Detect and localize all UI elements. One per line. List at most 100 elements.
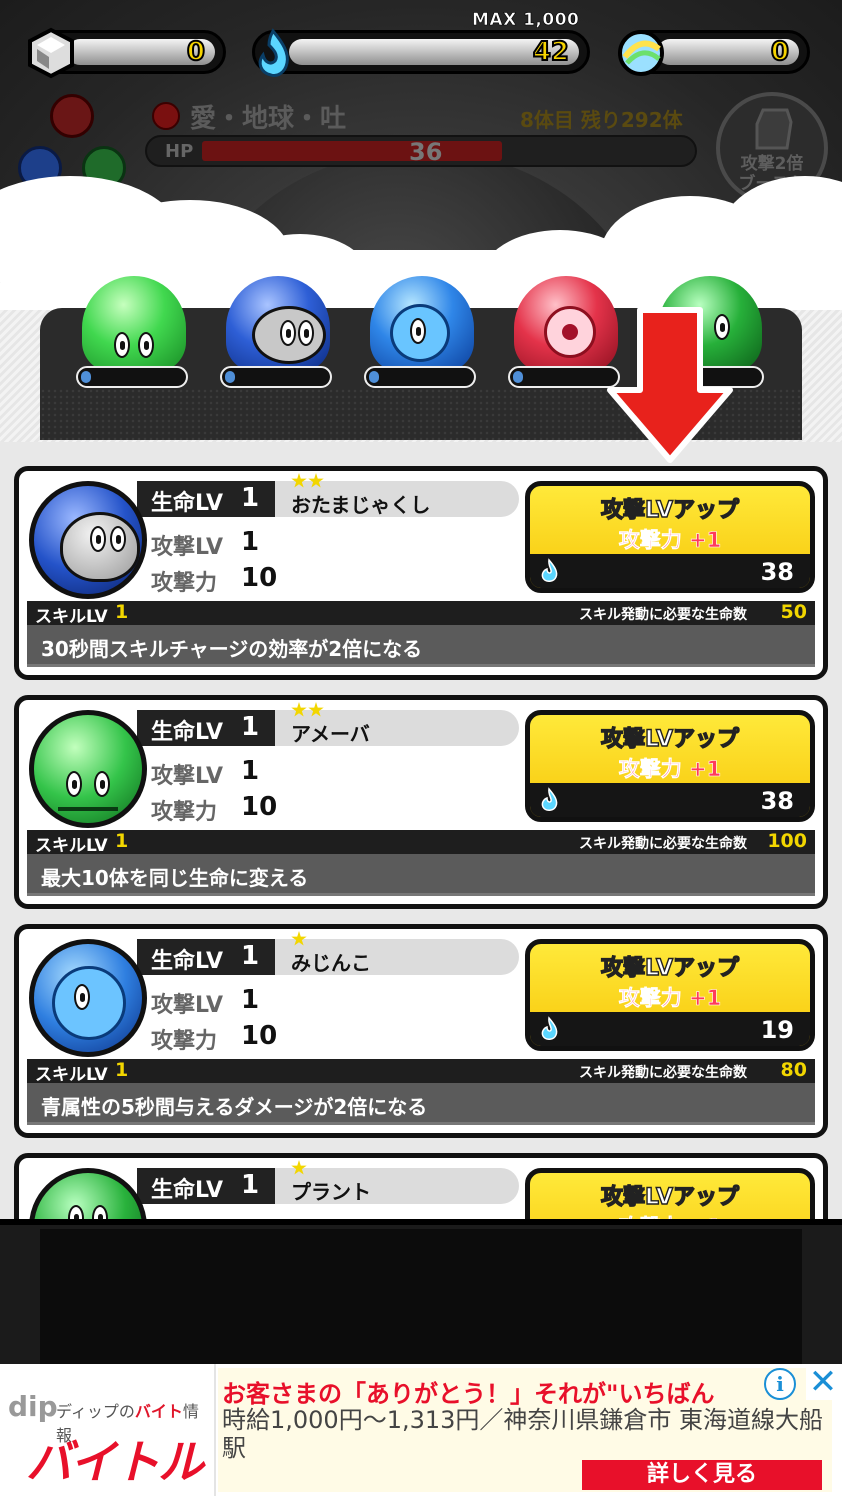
upgrade-effect: 攻撃力 +1 bbox=[618, 528, 722, 553]
atk-lv-label: 攻撃LV bbox=[151, 764, 224, 789]
soul-cost-icon bbox=[541, 1016, 558, 1040]
ad-cta-button[interactable]: 詳しく見る bbox=[582, 1460, 822, 1490]
orb-meter: 0 bbox=[618, 30, 810, 76]
skill-lv-label: スキルLV bbox=[35, 1065, 108, 1085]
life-lv-value: 1 bbox=[241, 712, 260, 742]
team-gauge-4 bbox=[508, 366, 620, 388]
upgrade-cost: 19 bbox=[760, 1016, 794, 1044]
ad-headline: お客さまの「ありがとう！」それが"いちばん bbox=[222, 1380, 715, 1408]
team-gauge-3 bbox=[364, 366, 476, 388]
amoeba-avatar-icon bbox=[29, 710, 147, 828]
hp-label: HP bbox=[165, 141, 194, 162]
team-slot-1[interactable] bbox=[76, 276, 192, 392]
atk-lv-label: 攻撃LV bbox=[151, 535, 224, 560]
atk-lv-label: 攻撃LV bbox=[151, 993, 224, 1018]
skill-need-label: スキル発動に必要な生命数 bbox=[579, 607, 747, 623]
skill-header: スキルLV 1 スキル発動に必要な生命数 80 bbox=[27, 1059, 815, 1085]
team-slot-2[interactable] bbox=[220, 276, 336, 392]
soul-count: 42 bbox=[532, 36, 570, 68]
skill-header: スキルLV 1 スキル発動に必要な生命数 100 bbox=[27, 830, 815, 856]
skill-lv-value: 1 bbox=[115, 830, 129, 852]
ad-logo-area: dip ディップのバイト情報 バイトル bbox=[0, 1364, 216, 1496]
life-lv-label: 生命LV bbox=[151, 720, 224, 745]
life-lv-label: 生命LV bbox=[151, 949, 224, 974]
enemy-hp-bar: HP 36 bbox=[145, 135, 697, 167]
life-lv-value: 1 bbox=[241, 941, 260, 971]
atk-value: 10 bbox=[241, 792, 278, 822]
upgrade-effect: 攻撃力 +1 bbox=[618, 986, 722, 1011]
unit-name: みじんこ bbox=[291, 951, 371, 975]
team-gauge-2 bbox=[220, 366, 332, 388]
ad-banner[interactable]: dip ディップのバイト情報 バイトル お客さまの「ありがとう！」それが"いちば… bbox=[0, 1364, 842, 1496]
ad-content[interactable]: お客さまの「ありがとう！」それが"いちばん 時給1,000円～1,313円／神奈… bbox=[218, 1368, 832, 1492]
skill-need-value: 80 bbox=[780, 1059, 807, 1081]
blue-fish-icon bbox=[370, 276, 474, 372]
red-eye-icon bbox=[514, 276, 618, 372]
atk-value: 10 bbox=[241, 563, 278, 593]
skill-lv-label: スキルLV bbox=[35, 836, 108, 856]
skill-description: 最大10体を同じ生命に変える bbox=[27, 854, 815, 896]
plant-avatar-icon bbox=[29, 1168, 147, 1219]
water-flea-avatar-icon bbox=[29, 939, 147, 1057]
orb-count: 0 bbox=[770, 36, 790, 68]
ad-info-icon[interactable]: i bbox=[764, 1368, 796, 1400]
tadpole-avatar-icon bbox=[29, 481, 147, 599]
soul-meter: 42 bbox=[252, 28, 590, 77]
skill-lv-value: 1 bbox=[115, 601, 129, 623]
skill-need-value: 100 bbox=[767, 830, 807, 852]
upgrade-title: 攻撃LVアップ bbox=[600, 497, 740, 523]
upgrade-title: 攻撃LVアップ bbox=[600, 955, 740, 981]
team-gauge-1 bbox=[76, 366, 188, 388]
grey-blob-icon bbox=[226, 276, 330, 372]
attack-level-up-button[interactable]: 攻撃LVアップ 攻撃力 +1 38 bbox=[525, 481, 815, 593]
hp-value: 36 bbox=[409, 138, 443, 166]
team-slot-3[interactable] bbox=[364, 276, 480, 392]
upgrade-cost: 38 bbox=[760, 558, 794, 586]
unit-name: おたまじゃくし bbox=[291, 493, 431, 517]
skill-description: 30秒間スキルチャージの効率が2倍になる bbox=[27, 625, 815, 667]
life-lv-value: 1 bbox=[241, 1170, 260, 1200]
battle-area: 0 MAX 1,000 42 0 愛・地球・吐 8体目 残り292体 HP 36 bbox=[0, 0, 842, 310]
red-down-arrow-icon bbox=[607, 307, 733, 463]
boost-label-1: 攻撃2倍 bbox=[740, 154, 804, 174]
soul-cost-icon bbox=[541, 558, 558, 582]
skill-description-text: 青属性の5秒間与えるダメージが2倍になる bbox=[41, 1095, 428, 1119]
skill-need-label: スキル発動に必要な生命数 bbox=[579, 1065, 747, 1081]
unit-name: アメーバ bbox=[291, 722, 370, 746]
unit-card-2: 生命LV 1 アメーバ 攻撃LV 1 攻撃力 10 攻撃LVアップ 攻撃力 +1… bbox=[14, 695, 828, 909]
atk-label: 攻撃力 bbox=[151, 800, 218, 825]
upgrade-title: 攻撃LVアップ bbox=[600, 726, 740, 752]
skill-need-label: スキル発動に必要な生命数 bbox=[579, 836, 747, 852]
upgrade-cost: 38 bbox=[760, 787, 794, 815]
ad-close-icon[interactable]: ✕ bbox=[806, 1364, 840, 1400]
ad-brand-logo: バイトル bbox=[26, 1435, 204, 1489]
attack-level-up-button[interactable]: 攻撃LVアップ 攻撃力 +1 38 bbox=[525, 710, 815, 822]
gem-meter: 0 bbox=[28, 27, 226, 79]
ad-dip-logo: dip bbox=[8, 1390, 58, 1423]
gem-count: 0 bbox=[186, 36, 206, 68]
atk-lv-value: 1 bbox=[241, 756, 260, 786]
ad-body: 時給1,000円～1,313円／神奈川県鎌倉市 東海道線大船駅 bbox=[222, 1406, 824, 1462]
unit-card-4: 生命LV 1 プラント 攻撃LVアップ 攻撃力 +1 bbox=[14, 1153, 828, 1219]
life-lv-label: 生命LV bbox=[151, 1178, 224, 1203]
soul-cost-icon bbox=[541, 787, 558, 811]
skill-lv-label: スキルLV bbox=[35, 607, 108, 627]
atk-lv-value: 1 bbox=[241, 527, 260, 557]
skill-description: 青属性の5秒間与えるダメージが2倍になる bbox=[27, 1083, 815, 1125]
atk-value: 10 bbox=[241, 1021, 278, 1051]
enemy-hp-fill bbox=[202, 141, 502, 161]
green-blob-icon bbox=[82, 276, 186, 372]
soul-max-label: MAX 1,000 bbox=[472, 10, 580, 31]
unit-card-3: 生命LV 1 みじんこ 攻撃LV 1 攻撃力 10 攻撃LVアップ 攻撃力 +1… bbox=[14, 924, 828, 1138]
unit-name: プラント bbox=[291, 1180, 371, 1204]
upgrade-title: 攻撃LVアップ bbox=[600, 1184, 740, 1210]
fist-icon bbox=[755, 108, 793, 150]
life-lv-label: 生命LV bbox=[151, 491, 224, 516]
atk-label: 攻撃力 bbox=[151, 571, 218, 596]
skill-need-value: 50 bbox=[780, 601, 807, 623]
attack-level-up-button[interactable]: 攻撃LVアップ 攻撃力 +1 bbox=[525, 1168, 815, 1219]
life-lv-value: 1 bbox=[241, 483, 260, 513]
attack-level-up-button[interactable]: 攻撃LVアップ 攻撃力 +1 19 bbox=[525, 939, 815, 1051]
skill-description-text: 30秒間スキルチャージの効率が2倍になる bbox=[41, 637, 423, 661]
unit-list[interactable]: 生命LV 1 おたまじゃくし 攻撃LV 1 攻撃力 10 攻撃LVアップ 攻撃力… bbox=[0, 442, 842, 1219]
